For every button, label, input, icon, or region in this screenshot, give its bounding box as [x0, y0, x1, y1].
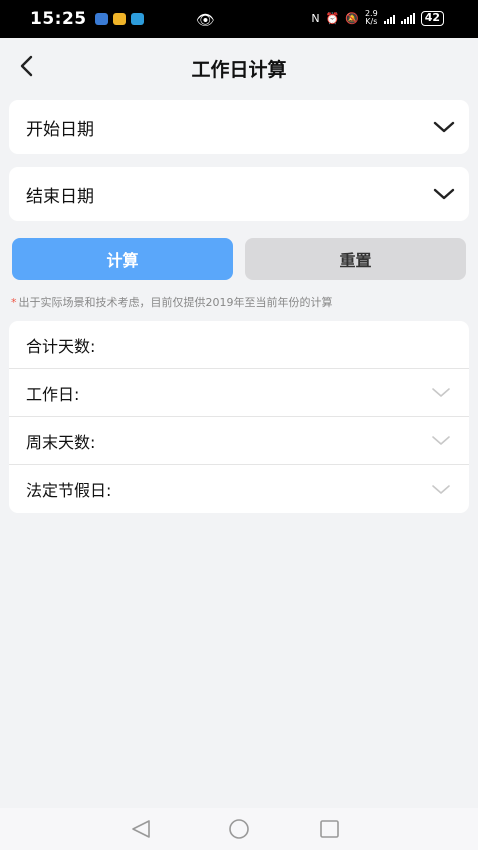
holidays-label: 法定节假日: [26, 481, 112, 500]
total-days-row: 合计天数: [9, 321, 469, 369]
workdays-row[interactable]: 工作日: [9, 369, 469, 417]
chevron-down-icon [432, 436, 450, 445]
mute-icon: 🔕 [345, 11, 359, 25]
note-marker: * [11, 296, 17, 309]
weekend-days-label: 周末天数: [26, 432, 96, 452]
start-date-label: 开始日期 [26, 119, 94, 140]
range-note: * 出于实际场景和技术考虑，目前仅提供2019年至当前年份的计算 [11, 294, 333, 310]
chevron-down-icon [433, 121, 455, 133]
nfc-icon: N [311, 11, 320, 25]
nav-recents-icon[interactable] [320, 820, 339, 838]
back-button[interactable] [14, 52, 38, 80]
signal-icon [383, 13, 395, 24]
start-date-select[interactable]: 开始日期 [9, 100, 469, 154]
cloud-app-icon [130, 13, 144, 25]
total-days-label: 合计天数: [26, 336, 96, 356]
reset-button[interactable]: 重置 [245, 238, 466, 280]
system-nav-bar [0, 808, 478, 850]
chevron-down-icon [432, 484, 450, 494]
chevron-down-icon [433, 188, 455, 200]
chat-app-icon [112, 13, 126, 25]
network-speed: 2.9 K/s [365, 10, 378, 26]
status-time: 15:25 [30, 9, 87, 29]
signal-2-icon [400, 12, 415, 24]
message-app-icon [94, 13, 108, 25]
battery-icon: 42 [420, 10, 444, 26]
workdays-label: 工作日: [26, 384, 80, 404]
calculate-button[interactable]: 计算 [12, 238, 233, 280]
page-title: 工作日计算 [191, 58, 287, 81]
note-text: 出于实际场景和技术考虑，目前仅提供2019年至当前年份的计算 [18, 296, 333, 309]
chevron-down-icon [432, 388, 450, 397]
status-right-cluster: N ⏰ 🔕 2.9 K/s 42 [311, 10, 444, 26]
alarm-icon: ⏰ [325, 11, 340, 25]
chevron-left-icon [20, 55, 33, 77]
holidays-row[interactable]: 法定节假日: [9, 465, 469, 513]
nav-buttons [132, 819, 339, 839]
nav-home-icon[interactable] [229, 819, 249, 839]
eye-icon: 👁 [196, 11, 216, 29]
weekend-days-row[interactable]: 周末天数: [9, 417, 469, 465]
end-date-label: 结束日期 [26, 186, 94, 207]
nav-back-icon[interactable] [132, 820, 150, 838]
end-date-select[interactable]: 结束日期 [9, 167, 469, 221]
results-card: 合计天数: 工作日: 周末天数: 法定节假日: [9, 321, 469, 513]
page-header: 工作日计算 [0, 38, 478, 98]
status-bar: 15:25 👁 N ⏰ 🔕 2.9 K/s 42 [0, 0, 478, 38]
network-speed-unit: K/s [365, 17, 378, 26]
